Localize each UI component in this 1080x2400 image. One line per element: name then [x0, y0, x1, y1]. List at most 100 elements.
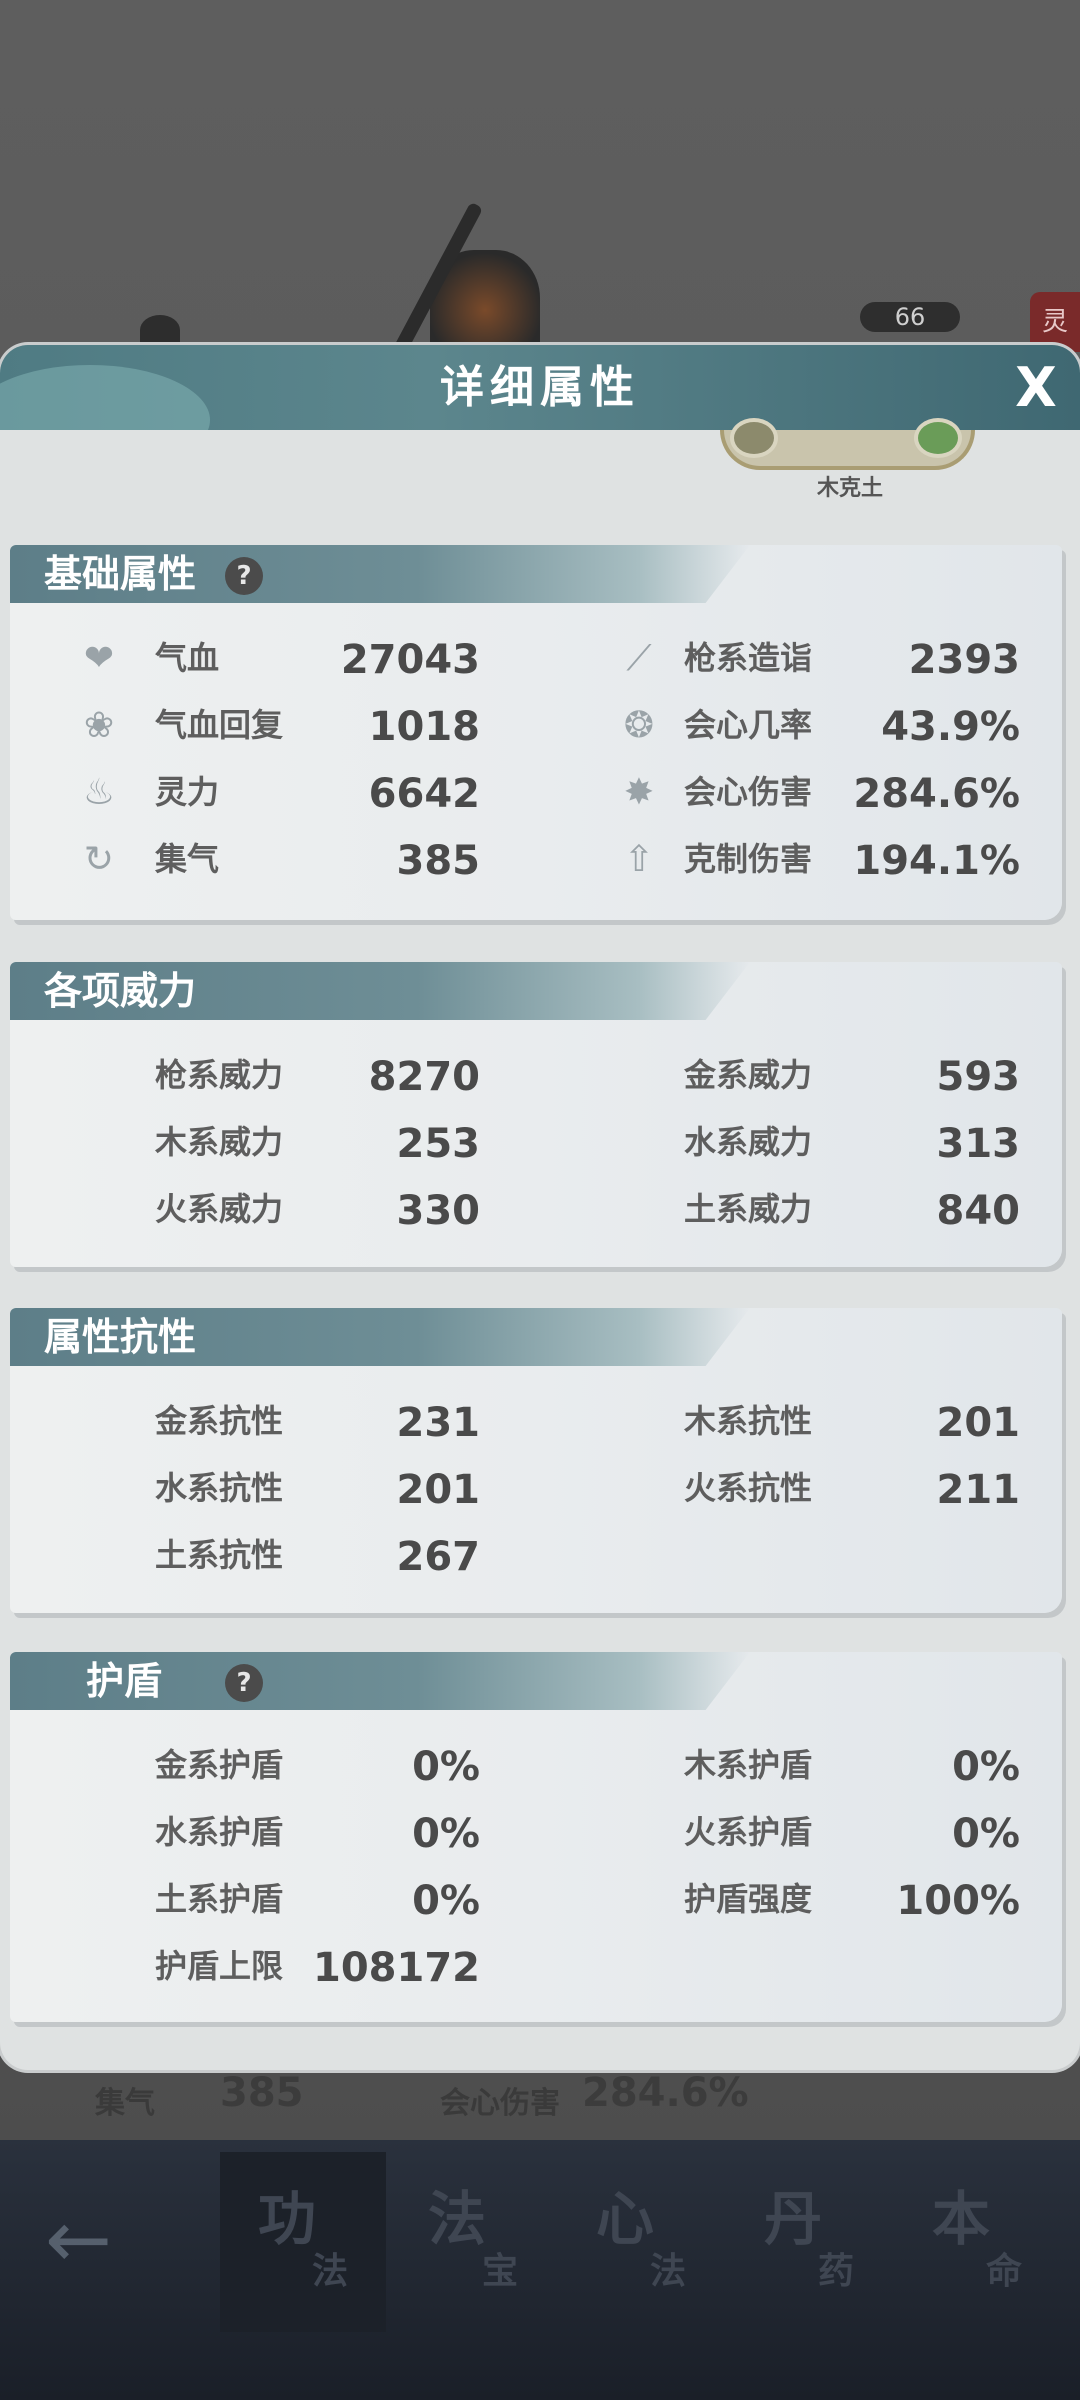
stat-label: 克制伤害 — [684, 840, 813, 878]
stat-row: 火系护盾 0% — [684, 1807, 1020, 1857]
stat-row: 土系威力 840 — [684, 1184, 1020, 1234]
stat-label: 土系威力 — [684, 1190, 813, 1228]
nav-tab-big: 功 — [258, 2185, 317, 2253]
nav-tab-small: 法 — [650, 2251, 687, 2292]
stat-row: 枪系威力 8270 — [143, 1050, 480, 1100]
heart-icon: ❤ — [83, 638, 115, 679]
nav-tab-danyao[interactable]: 丹 药 — [726, 2152, 892, 2332]
nav-tab-big: 本 — [932, 2185, 991, 2253]
section-shield: 护盾 ? 金系护盾 0% 水系护盾 0% 土系护盾 0% 护盾上限 108172… — [10, 1652, 1062, 2022]
section-element-resistance: 属性抗性 金系抗性 231 水系抗性 201 土系抗性 267 木系抗性 201… — [10, 1308, 1062, 1613]
stat-label: 木系护盾 — [684, 1746, 813, 1784]
help-icon[interactable]: ? — [225, 1664, 263, 1702]
background-stat-row: 集气 385 会心伤害 284.6% — [0, 2060, 1080, 2140]
stat-row: ♨ 灵力 6642 — [75, 767, 480, 817]
back-arrow-icon[interactable]: ← — [45, 2195, 135, 2285]
modal-title: 详细属性 — [440, 362, 640, 413]
stat-label: 集气 — [155, 840, 220, 878]
stat-label: 土系护盾 — [155, 1880, 284, 1918]
nav-tab-small: 法 — [312, 2251, 349, 2292]
nav-tab-big: 心 — [596, 2185, 655, 2253]
stat-value: 194.1% — [853, 838, 1020, 884]
section-title: 属性抗性 — [44, 1315, 197, 1359]
stat-row: 水系威力 313 — [684, 1117, 1020, 1167]
nav-tab-big: 法 — [428, 2185, 487, 2253]
section-basic-attributes: 基础属性 ? ❤ 气血 27043 ❀ 气血回复 1018 ♨ 灵力 6642 … — [10, 545, 1062, 920]
help-icon[interactable]: ? — [225, 557, 263, 595]
nav-tab-xinfa[interactable]: 心 法 — [558, 2152, 724, 2332]
close-button[interactable]: X — [1008, 358, 1064, 418]
stat-row: 金系威力 593 — [684, 1050, 1020, 1100]
stat-label: 火系抗性 — [684, 1469, 813, 1507]
wood-element-icon — [914, 418, 962, 458]
stat-row: 火系抗性 211 — [684, 1463, 1020, 1513]
stat-row: 护盾上限 108172 — [143, 1941, 480, 1991]
nav-tab-small: 药 — [818, 2251, 855, 2292]
stat-row: 木系威力 253 — [143, 1117, 480, 1167]
crit-damage-icon: ✸ — [623, 772, 655, 813]
stat-value: 100% — [896, 1878, 1020, 1924]
stat-row: 木系护盾 0% — [684, 1740, 1020, 1790]
nav-tab-small: 命 — [986, 2251, 1023, 2292]
stat-row: 金系护盾 0% — [143, 1740, 480, 1790]
stat-value: 840 — [936, 1188, 1021, 1234]
restraint-label: 木克土 — [816, 476, 883, 501]
stat-label: 金系抗性 — [155, 1402, 284, 1440]
stat-value: 330 — [396, 1188, 481, 1234]
bg-stat-label: 会心伤害 — [440, 2086, 560, 2121]
modal-header: 详细属性 X — [0, 345, 1080, 430]
lotus-icon: ❀ — [83, 705, 115, 746]
side-tab[interactable]: 灵 — [1030, 292, 1080, 352]
nav-tab-benming[interactable]: 本 命 — [894, 2152, 1060, 2332]
stat-value: 253 — [396, 1121, 481, 1167]
nav-tab-fabao[interactable]: 法 宝 — [390, 2152, 556, 2332]
stat-row: 土系抗性 267 — [143, 1530, 480, 1580]
stat-row: ⟋ 枪系造诣 2393 — [615, 633, 1020, 683]
stat-value: 0% — [412, 1811, 480, 1857]
stat-value: 284.6% — [853, 771, 1020, 817]
level-badge: 66 — [860, 302, 960, 332]
stat-label: 气血回复 — [155, 706, 284, 744]
stat-label: 火系护盾 — [684, 1813, 813, 1851]
stat-value: 0% — [412, 1744, 480, 1790]
stat-value: 0% — [952, 1744, 1020, 1790]
stat-label: 水系护盾 — [155, 1813, 284, 1851]
stat-row: 水系抗性 201 — [143, 1463, 480, 1513]
stat-label: 枪系造诣 — [684, 639, 813, 677]
stat-label: 火系威力 — [155, 1190, 284, 1228]
stat-value: 267 — [396, 1534, 481, 1580]
stat-row: ❂ 会心几率 43.9% — [615, 700, 1020, 750]
stat-value: 593 — [936, 1054, 1021, 1100]
stat-label: 水系抗性 — [155, 1469, 284, 1507]
stat-label: 会心伤害 — [684, 773, 813, 811]
stat-value: 0% — [412, 1878, 480, 1924]
bg-stat-value: 284.6% — [582, 2070, 749, 2116]
section-title: 护盾 — [86, 1659, 163, 1703]
bg-stat-value: 385 — [220, 2070, 304, 2116]
stat-value: 201 — [396, 1467, 481, 1513]
stat-value: 385 — [396, 838, 481, 884]
section-title: 各项威力 — [44, 969, 197, 1013]
restraint-icon: ⇧ — [623, 839, 655, 880]
stat-value: 211 — [936, 1467, 1021, 1513]
stat-label: 会心几率 — [684, 706, 813, 744]
nav-tab-gongfa[interactable]: 功 法 — [220, 2152, 386, 2332]
stat-label: 木系抗性 — [684, 1402, 813, 1440]
swirl-icon: ↻ — [83, 839, 115, 880]
stat-row: 护盾强度 100% — [684, 1874, 1020, 1924]
stat-row: ↻ 集气 385 — [75, 834, 480, 884]
earth-element-icon — [730, 418, 778, 458]
stat-value: 201 — [936, 1400, 1021, 1446]
stat-label: 土系抗性 — [155, 1536, 284, 1574]
stat-value: 27043 — [340, 637, 480, 683]
stat-row: ❀ 气血回复 1018 — [75, 700, 480, 750]
background-figure — [140, 315, 180, 345]
stat-label: 护盾强度 — [684, 1880, 813, 1918]
stat-label: 金系威力 — [684, 1056, 813, 1094]
stat-row: 水系护盾 0% — [143, 1807, 480, 1857]
section-element-power: 各项威力 枪系威力 8270 木系威力 253 火系威力 330 金系威力 59… — [10, 962, 1062, 1267]
element-restraint-indicator — [720, 418, 975, 470]
bottom-nav: ← 功 法 法 宝 心 法 丹 药 本 命 — [0, 2140, 1080, 2400]
stat-label: 枪系威力 — [155, 1056, 284, 1094]
stat-row: 金系抗性 231 — [143, 1396, 480, 1446]
